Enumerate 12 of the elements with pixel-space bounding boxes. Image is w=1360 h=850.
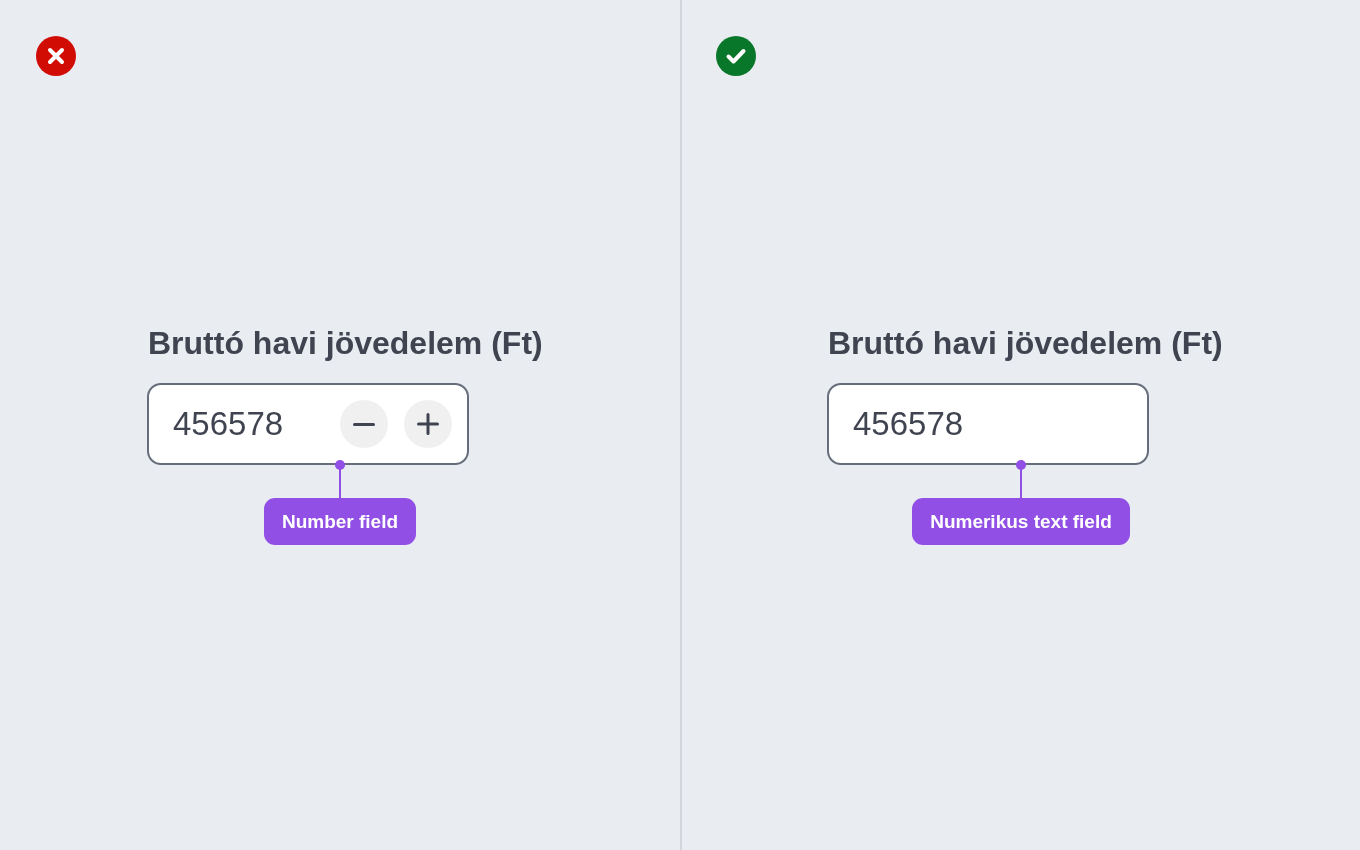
- field-label: Bruttó havi jövedelem (Ft): [828, 324, 1223, 362]
- plus-icon: [417, 413, 439, 435]
- text-field[interactable]: 456578: [827, 383, 1149, 465]
- value-input[interactable]: 456578: [173, 402, 324, 446]
- increment-button[interactable]: [404, 400, 452, 448]
- callout-tag: Numerikus text field: [912, 498, 1130, 545]
- decrement-button[interactable]: [340, 400, 388, 448]
- pin-icon: [335, 460, 345, 498]
- field-label: Bruttó havi jövedelem (Ft): [148, 324, 543, 362]
- number-field[interactable]: 456578: [147, 383, 469, 465]
- minus-icon: [353, 422, 375, 426]
- callout-tag: Number field: [263, 498, 417, 545]
